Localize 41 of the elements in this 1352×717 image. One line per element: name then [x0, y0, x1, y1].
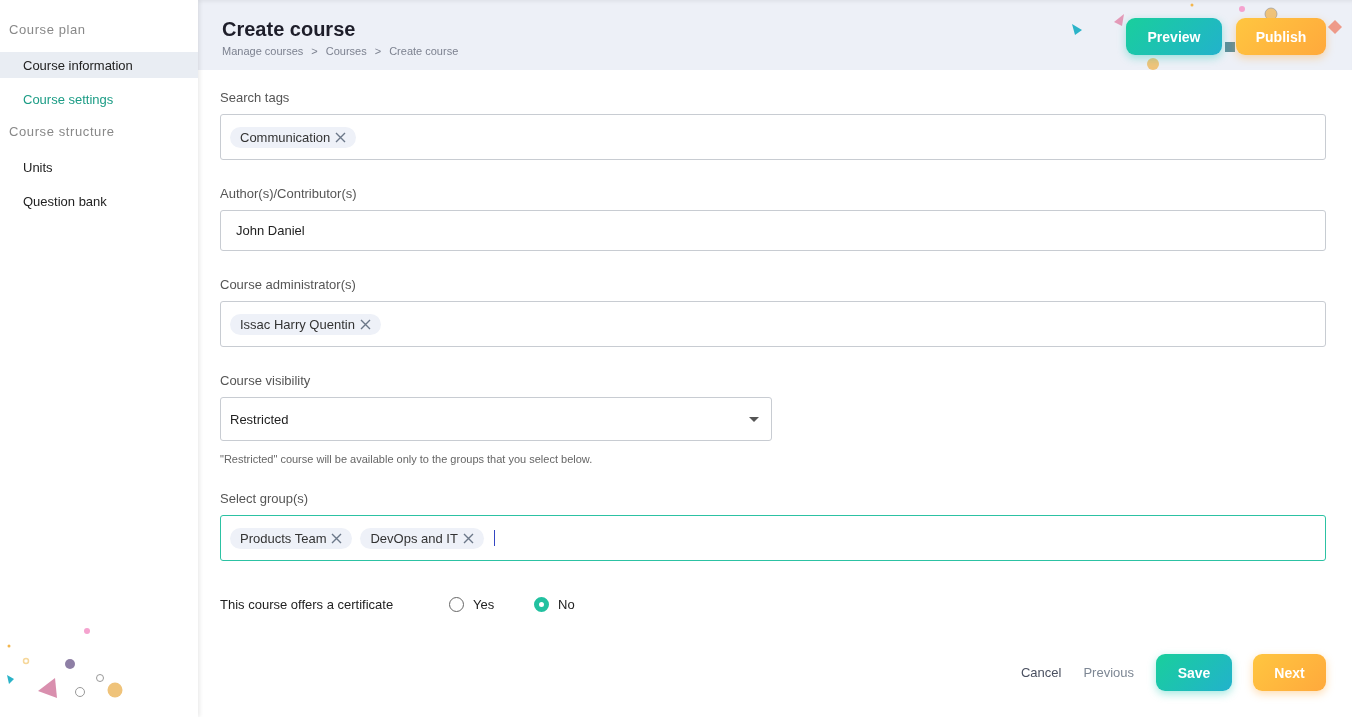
footer-link[interactable]: Previous	[1083, 665, 1134, 680]
tag-input-field[interactable]: Products Team DevOps and IT	[220, 515, 1326, 561]
field-label: Select group(s)	[220, 491, 310, 506]
radio-option[interactable]: No	[534, 597, 619, 612]
field-label: Author(s)/Contributor(s)	[220, 186, 358, 201]
close-icon[interactable]	[462, 532, 474, 544]
sidebar-item[interactable]: Course information	[0, 52, 198, 78]
breadcrumb-link[interactable]: Courses	[325, 45, 367, 57]
close-icon[interactable]	[359, 318, 371, 330]
helper-text: "Restricted" course will be available only to the groups that you select below.	[220, 453, 594, 465]
section-heading: Course plan	[8, 21, 87, 39]
tag-chip: DevOps and IT	[360, 527, 484, 549]
tag-chip: Issac Harry Quentin	[230, 313, 381, 335]
field-label: Course visibility	[220, 373, 312, 388]
dropdown-field[interactable]: Restricted	[220, 397, 772, 441]
breadcrumb-separator: >	[311, 45, 318, 57]
tag-chip: Communication	[230, 126, 357, 148]
radio-option[interactable]: Yes	[449, 597, 534, 612]
sidebar-item[interactable]: Course settings	[0, 86, 198, 112]
section-heading: Course structure	[8, 123, 116, 141]
page-title: Create course	[222, 18, 357, 41]
radio-label: Yes	[473, 597, 495, 612]
text-cursor	[493, 530, 495, 546]
question-label: This course offers a certificate	[220, 597, 395, 612]
radio-button[interactable]	[534, 597, 549, 612]
field-label: Search tags	[220, 90, 291, 105]
breadcrumb-link[interactable]: Manage courses	[222, 45, 304, 57]
tag-chip: Products Team	[230, 527, 353, 549]
tag-input-field[interactable]: Communication	[220, 114, 1326, 160]
sidebar-item[interactable]: Units	[0, 154, 198, 180]
sidebar-item[interactable]: Question bank	[0, 188, 198, 214]
close-icon[interactable]	[331, 532, 343, 544]
footer-link[interactable]: Cancel	[1020, 665, 1062, 680]
text-input-field[interactable]: John Daniel	[220, 210, 1326, 251]
caret-down-icon	[749, 416, 759, 422]
close-icon[interactable]	[335, 131, 347, 143]
field-label: Course administrator(s)	[220, 277, 357, 292]
breadcrumb-separator: >	[374, 45, 382, 57]
tag-input-field[interactable]: Issac Harry Quentin	[220, 301, 1326, 347]
radio-label: No	[558, 597, 575, 612]
breadcrumb-link[interactable]: Create course	[389, 45, 459, 57]
